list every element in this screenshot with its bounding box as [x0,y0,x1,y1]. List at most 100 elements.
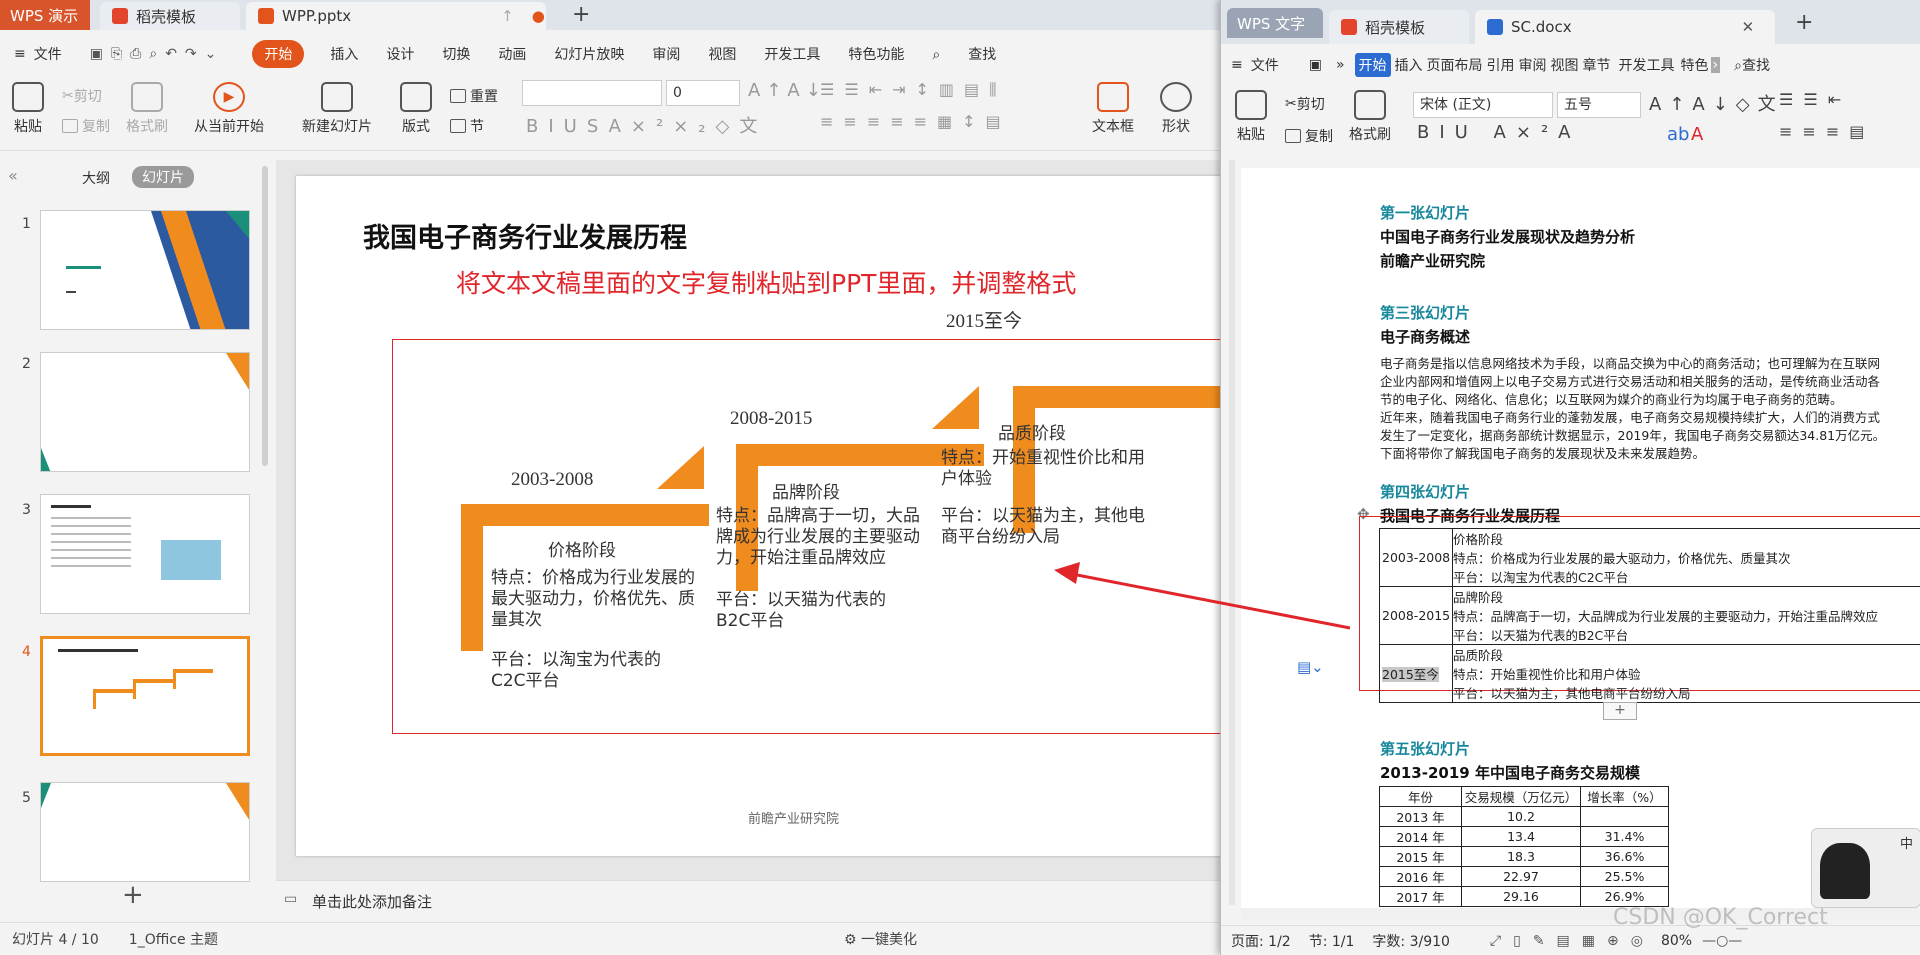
font-grow-shrink-icons[interactable]: A↑A↓ [748,80,827,101]
slide-thumb-3[interactable] [40,494,250,614]
align-icons[interactable]: ≡≡≡▤ [1779,122,1874,141]
notes-bar[interactable]: ▭ 单击此处添加备注 [276,880,1220,920]
copy-button[interactable]: 复制 [1285,126,1333,146]
stage-table[interactable]: 2003-2008 价格阶段 特点：价格成为行业发展的最大驱动力，价格优先、质量其… [1379,528,1920,703]
slide-thumb-4-selected[interactable] [40,636,250,756]
menu-find[interactable]: ⌕查找 [1734,55,1770,75]
ime-chinese-icon[interactable]: 中 [1900,833,1913,852]
tab-slides[interactable]: 幻灯片 [132,166,194,188]
s4-heading[interactable]: 第四张幻灯片 [1380,481,1470,502]
stage-1-feature[interactable]: 特点：价格成为行业发展的最大驱动力，价格优先、质量其次 [491,568,711,631]
stage-2-feature[interactable]: 特点：品牌高于一切，大品牌成为行业发展的主要驱动力，开始注重品牌效应 [716,506,936,569]
s5-title[interactable]: 2013-2019 年中国电子商务交易规模 [1380,762,1640,783]
tab-docer-2[interactable]: 稻壳模板 [1329,10,1469,44]
add-note-placeholder[interactable]: 单击此处添加备注 [312,891,432,912]
quick-access-icons[interactable]: ▣⎘⎙⌕↶↷⌄ [90,46,225,62]
document-page[interactable]: 第一张幻灯片 中国电子商务行业发展现状及趋势分析 前瞻产业研究院 第三张幻灯片 … [1241,168,1920,908]
stage-2-platform[interactable]: 平台：以天猫为代表的B2C平台 [716,590,916,632]
hamburger-icon[interactable]: ≡ [14,46,26,62]
tab-outline[interactable]: 大纲 [82,168,110,188]
menu-start[interactable]: 开始 [1354,53,1391,77]
s3-line[interactable]: 电子商务是指以信息网络技术为手段，以商品交换为中心的商务活动；也可理解为在互联网 [1380,353,1880,372]
shape-button[interactable]: 形状 [1160,82,1192,136]
s3-line[interactable]: 近年来，随着我国电子商务行业的蓬勃发展，电子商务交易规模持续扩大，人们的消费方式 [1380,407,1880,426]
s3-heading[interactable]: 第三张幻灯片 [1380,302,1470,323]
copy-button[interactable]: 复制 [62,116,110,136]
table-cell[interactable]: 2015 年 [1379,846,1462,867]
paste-button[interactable]: 粘贴 [12,82,44,136]
list-indent-icons[interactable]: ☰☰⇤⇥↕▥▤⫼ [820,80,1007,100]
table-cell[interactable]: 13.4 [1461,826,1581,847]
new-slide-button[interactable]: 新建幻灯片 [302,82,372,136]
section-button[interactable]: 节 [450,116,484,136]
table-header[interactable]: 增长率（%） [1580,786,1669,807]
slide-thumb-2[interactable] [40,352,250,472]
table-cell[interactable]: 22.97 [1461,866,1581,887]
stage-3-year[interactable]: 2015至今 [946,306,1022,333]
stage-desc-cell[interactable]: 品牌阶段 特点：品牌高于一切，大品牌成为行业发展的主要驱动力，开始注重品牌效应 平台… [1452,586,1920,645]
upload-icon[interactable]: ↑ [501,7,514,25]
cut-button[interactable]: ✂ 剪切 [62,86,102,106]
ime-cat-widget[interactable]: 中 [1811,828,1920,908]
table-cell[interactable]: 2014 年 [1379,826,1462,847]
table-cell[interactable]: 36.6% [1580,846,1669,867]
menu-file[interactable]: 文件 [34,44,62,64]
font-format-icons[interactable]: BIU A×²A [1417,122,1580,143]
add-table-row-button[interactable]: + [1603,702,1637,720]
font-name-select[interactable]: 宋体 (正文) [1413,92,1553,118]
list-icons[interactable]: ☰☰⇤ [1779,90,1851,109]
paste-options-icon[interactable]: ▤⌄ [1297,658,1324,676]
table-cell[interactable]: 2016 年 [1379,866,1462,887]
cut-button[interactable]: ✂ 剪切 [1285,94,1325,114]
menu-features[interactable]: 特色功能 [848,44,904,64]
font-format-icons[interactable]: BIUSA×²×₂◇文 [526,112,767,138]
wpp-app-tab[interactable]: WPS 演示 [0,0,90,30]
stage-3-platform[interactable]: 平台：以天猫为主，其他电商平台纷纷入局 [941,506,1161,548]
current-slide[interactable]: 我国电子商务行业发展历程 将文本文稿里面的文字复制粘贴到PPT里面，并调整格式 … [296,176,1246,856]
stage-2-name[interactable]: 品牌阶段 [772,478,840,503]
s1-org[interactable]: 前瞻产业研究院 [1380,250,1485,271]
font-size-input[interactable]: 0 [666,80,740,106]
menu-features[interactable]: 特色 [1681,55,1709,75]
menu-slideshow[interactable]: 幻灯片放映 [554,44,624,64]
new-tab-button-2[interactable]: + [1795,10,1813,35]
zoom-level[interactable]: 80% [1661,933,1692,949]
table-cell[interactable]: 2017 年 [1379,886,1462,907]
close-tab-icon[interactable]: ✕ [1742,18,1755,36]
menu-insert[interactable]: 插入 [330,44,358,64]
table-header[interactable]: 年份 [1379,786,1462,807]
table-cell[interactable]: 29.16 [1461,886,1581,907]
stage-desc-cell[interactable]: 品质阶段 特点：开始重视性价比和用户体验 平台：以天猫为主，其他电商平台纷纷入局 [1452,644,1920,703]
stage-1-platform[interactable]: 平台：以淘宝为代表的C2C平台 [491,650,691,692]
stage-3-feature[interactable]: 特点：开始重视性价比和用户体验 [941,448,1161,490]
format-painter-button[interactable]: 格式刷 [126,82,168,136]
menu-transition[interactable]: 切换 [442,44,470,64]
menu-view[interactable]: 视图 [1551,55,1579,75]
font-size-select[interactable]: 五号 [1557,92,1641,118]
word-counter[interactable]: 字数: 3/910 [1372,931,1450,951]
s5-heading[interactable]: 第五张幻灯片 [1380,738,1470,759]
s3-line[interactable]: 下面将带你了解我国电子商务的发展现状及未来发展趋势。 [1380,443,1705,462]
menu-chapter[interactable]: 章节 [1583,55,1611,75]
play-from-current-button[interactable]: ▶ 从当前开始 [194,82,264,136]
menu-design[interactable]: 设计 [386,44,414,64]
menu-animation[interactable]: 动画 [498,44,526,64]
menu-view[interactable]: 视图 [708,44,736,64]
panel-scrollbar[interactable] [262,166,268,466]
slide-thumb-5[interactable] [40,782,250,882]
font-name-input[interactable] [522,80,662,106]
menu-review[interactable]: 审阅 [652,44,680,64]
table-cell[interactable]: 25.5% [1580,866,1669,887]
reset-button[interactable]: 重置 [450,86,498,106]
wps-app-tab[interactable]: WPS 文字 [1227,8,1323,38]
table-header[interactable]: 交易规模（万亿元） [1461,786,1581,807]
s3-line[interactable]: 发生了一定变化，据商务部统计数据显示，2019年，我国电子商务交易额达34.81… [1380,425,1885,444]
menu-file[interactable]: 文件 [1251,55,1279,75]
zoom-slider[interactable]: —○— [1702,933,1742,949]
s1-heading[interactable]: 第一张幻灯片 [1380,202,1470,223]
highlight-icon[interactable]: ab [1667,124,1689,145]
font-grow-clear-icons[interactable]: A↑A↓◇文 [1649,90,1784,116]
menu-review[interactable]: 审阅 [1519,55,1547,75]
layout-button[interactable]: 版式 [400,82,432,136]
new-tab-button[interactable]: + [572,2,590,27]
